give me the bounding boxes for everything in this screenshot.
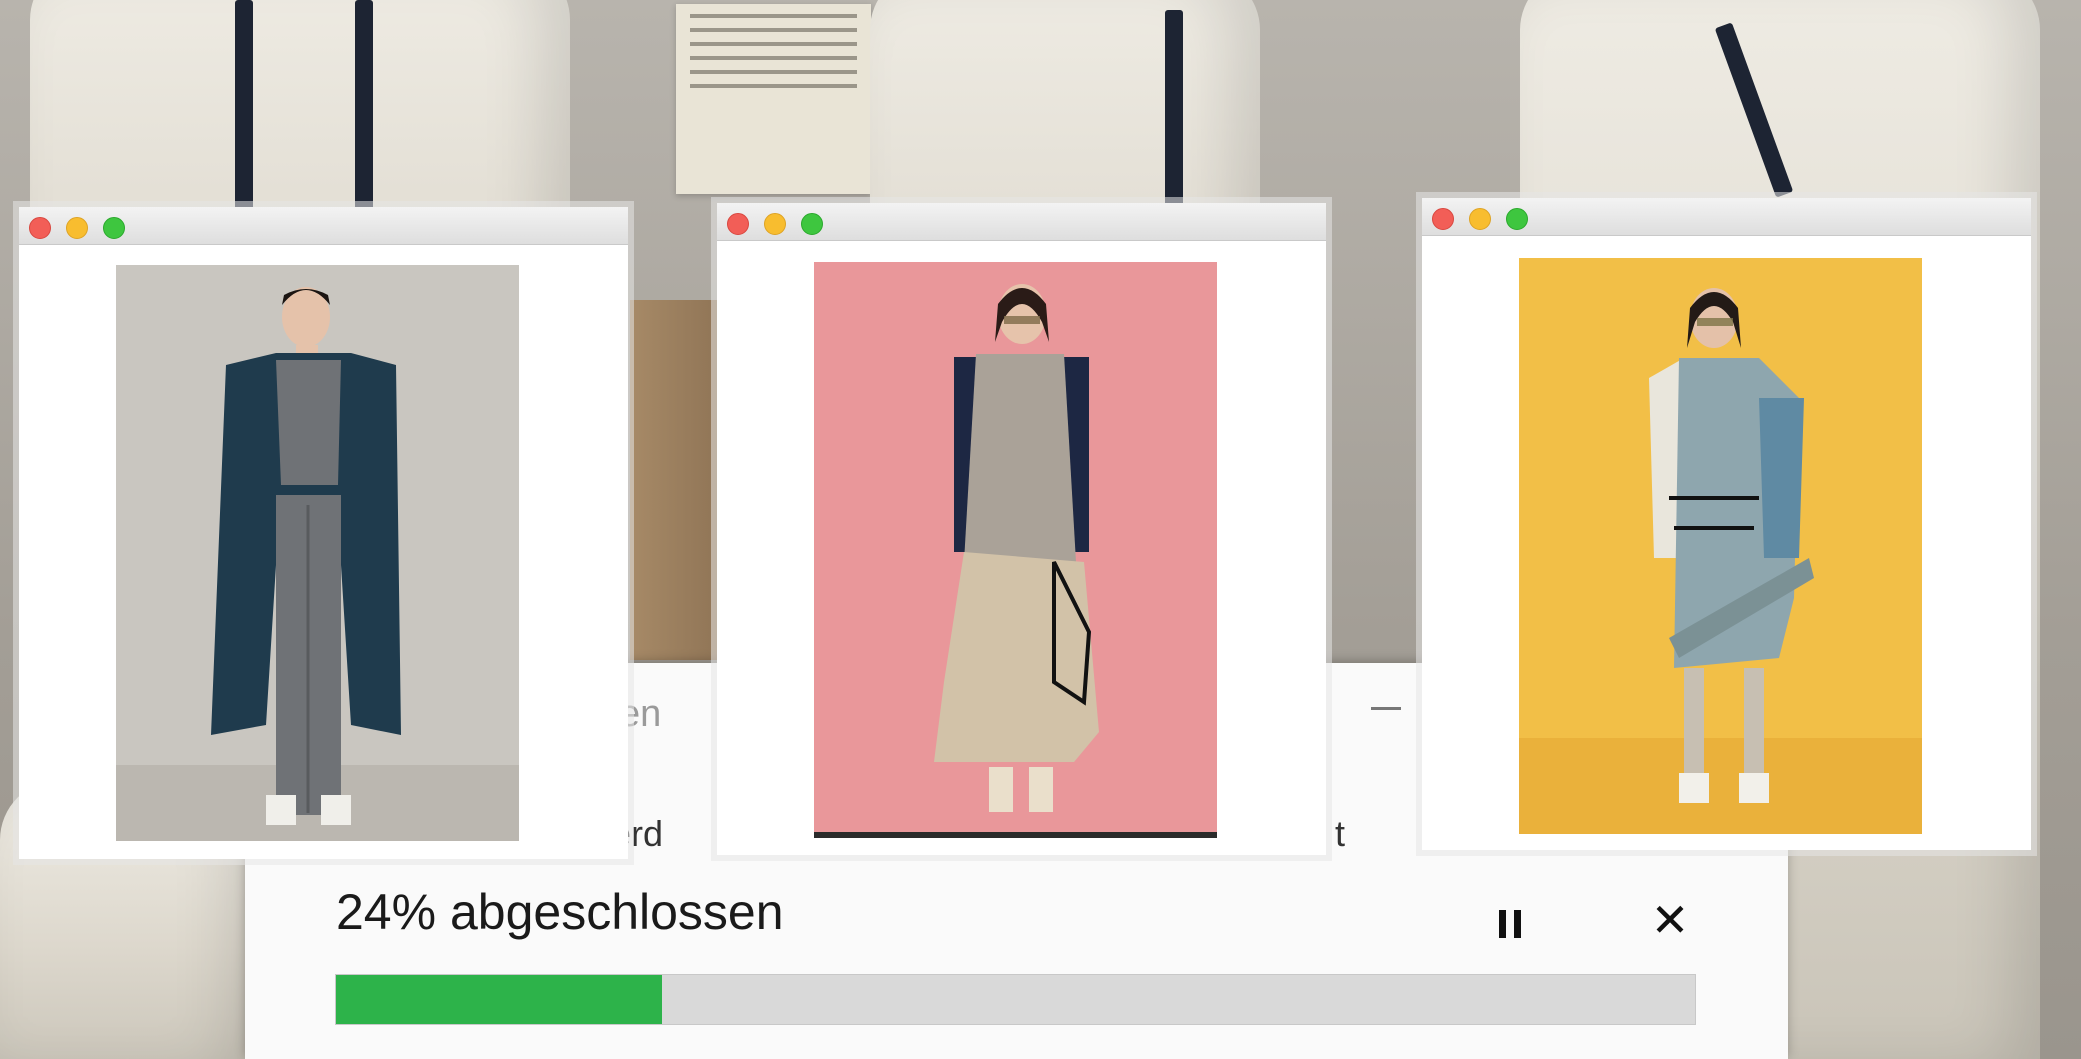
minimize-window-button[interactable] bbox=[66, 217, 88, 239]
pause-button[interactable] bbox=[1485, 899, 1535, 949]
progress-bar bbox=[335, 974, 1696, 1025]
preview-window-3[interactable] bbox=[1422, 198, 2031, 850]
pause-icon bbox=[1514, 910, 1521, 938]
close-icon: ✕ bbox=[1650, 894, 1690, 946]
zipper bbox=[355, 0, 373, 210]
minimize-window-button[interactable] bbox=[1469, 208, 1491, 230]
zoom-window-button[interactable] bbox=[801, 213, 823, 235]
zoom-window-button[interactable] bbox=[1506, 208, 1528, 230]
cancel-button[interactable]: ✕ bbox=[1645, 895, 1695, 945]
pinned-paper bbox=[676, 4, 871, 194]
window-titlebar[interactable] bbox=[717, 203, 1326, 241]
zipper bbox=[1165, 10, 1183, 210]
preview-window-2[interactable] bbox=[717, 203, 1326, 855]
pause-icon bbox=[1499, 910, 1506, 938]
wooden-panel bbox=[630, 300, 730, 660]
zoom-window-button[interactable] bbox=[103, 217, 125, 239]
minimize-icon[interactable] bbox=[1371, 707, 1401, 710]
dialog-message-end: t bbox=[1335, 813, 1346, 854]
fashion-photo bbox=[116, 265, 519, 841]
close-window-button[interactable] bbox=[1432, 208, 1454, 230]
minimize-window-button[interactable] bbox=[764, 213, 786, 235]
window-titlebar[interactable] bbox=[19, 207, 628, 245]
window-titlebar[interactable] bbox=[1422, 198, 2031, 236]
close-window-button[interactable] bbox=[29, 217, 51, 239]
zipper bbox=[235, 0, 253, 210]
fashion-photo bbox=[814, 262, 1217, 838]
fashion-photo bbox=[1519, 258, 1922, 834]
progress-status-text: 24% abgeschlossen bbox=[336, 884, 784, 940]
close-window-button[interactable] bbox=[727, 213, 749, 235]
preview-window-1[interactable] bbox=[19, 207, 628, 859]
progress-bar-fill bbox=[336, 975, 663, 1024]
